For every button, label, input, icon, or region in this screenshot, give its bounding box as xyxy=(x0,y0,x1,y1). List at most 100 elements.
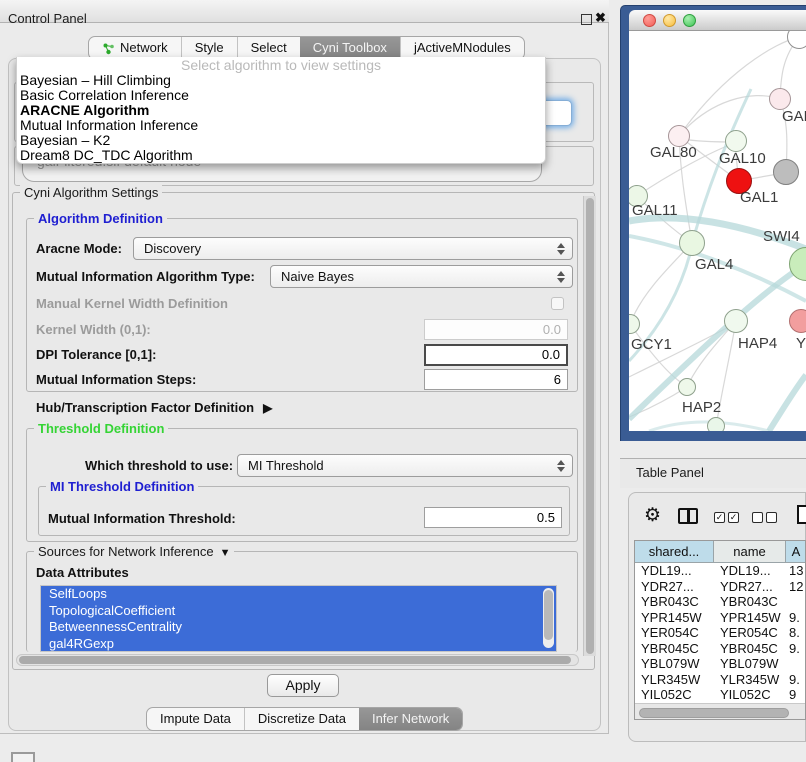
table-horizontal-scrollbar[interactable] xyxy=(635,703,805,720)
network-node-y[interactable] xyxy=(789,309,806,333)
kernel-width-label: Kernel Width (0,1): xyxy=(36,322,151,337)
tab-label: Network xyxy=(120,37,168,59)
network-node-gal10[interactable] xyxy=(725,130,747,152)
mi-steps-field[interactable]: 6 xyxy=(424,369,568,390)
table-row[interactable]: YBR045CYBR045C9. xyxy=(635,641,805,657)
node-label: GAL11 xyxy=(632,202,678,219)
zoom-traffic-light-icon[interactable] xyxy=(683,14,696,27)
combo-stepper-icon xyxy=(557,243,565,255)
tab-cyni-toolbox[interactable]: Cyni Toolbox xyxy=(300,37,400,59)
mi-type-value: Naive Bayes xyxy=(281,269,354,284)
mi-type-combobox[interactable]: Naive Bayes xyxy=(270,265,573,288)
dpi-tolerance-label: DPI Tolerance [0,1]: xyxy=(36,347,156,362)
table-row[interactable]: YBR043CYBR043C xyxy=(635,594,805,610)
node-attribute-table[interactable]: shared...nameA YDL19...YDL19...13YDR27..… xyxy=(634,540,806,720)
attribute-list-item[interactable]: gal4RGexp xyxy=(41,636,556,653)
which-threshold-combobox[interactable]: MI Threshold xyxy=(237,454,573,477)
split-view-icon[interactable] xyxy=(678,508,698,524)
table-cell: 12 xyxy=(786,579,806,595)
table-column-header[interactable]: name xyxy=(714,541,786,563)
network-node-gal[interactable] xyxy=(769,88,791,110)
close-icon[interactable]: ✖ xyxy=(595,10,606,26)
mi-threshold-field[interactable]: 0.5 xyxy=(424,507,562,528)
table-row[interactable]: YDL19...YDL19...13 xyxy=(635,563,805,579)
algorithm-option[interactable]: Bayesian – K2 xyxy=(17,133,545,148)
kernel-width-field[interactable]: 0.0 xyxy=(424,319,568,340)
attribute-list-item[interactable]: TopologicalCoefficient xyxy=(41,603,556,620)
node-label: GAL80 xyxy=(650,144,697,161)
table-column-header[interactable]: A xyxy=(786,541,806,563)
partial-panel-icon[interactable] xyxy=(11,752,35,762)
algorithm-dropdown-popup: Select algorithm to view settings Bayesi… xyxy=(16,57,546,164)
document-icon[interactable] xyxy=(797,505,806,524)
table-row[interactable]: YDR27...YDR27...12 xyxy=(635,579,805,595)
node-label: GAL4 xyxy=(695,256,733,273)
attribute-list-item[interactable]: SelfLoops xyxy=(41,586,556,603)
table-cell: 9. xyxy=(786,672,806,688)
hub-definition-toggle[interactable]: Hub/Transcription Factor Definition ▶ xyxy=(36,400,272,415)
float-window-icon[interactable] xyxy=(581,14,592,25)
sources-legend-label: Sources for Network Inference xyxy=(38,544,214,559)
gear-icon[interactable]: ⚙ xyxy=(644,504,661,527)
tab-label: Cyni Toolbox xyxy=(313,37,387,59)
control-panel-titlebar[interactable] xyxy=(0,0,609,23)
table-cell: YIL052C xyxy=(714,687,786,703)
algorithm-option[interactable]: Basic Correlation Inference xyxy=(17,88,545,103)
tab-impute-data[interactable]: Impute Data xyxy=(147,708,244,730)
dpi-tolerance-field[interactable]: 0.0 xyxy=(424,344,568,366)
node-label: GCY1 xyxy=(631,336,672,353)
table-header-row: shared...nameA xyxy=(635,541,805,563)
algorithm-option[interactable]: Dream8 DC_TDC Algorithm xyxy=(17,148,545,163)
network-node[interactable] xyxy=(773,159,799,185)
network-node-gal4[interactable] xyxy=(679,230,705,256)
sources-legend[interactable]: Sources for Network Inference▼ xyxy=(34,544,234,559)
network-node-swi4[interactable] xyxy=(789,247,806,281)
tab-jactivemnodules[interactable]: jActiveMNodules xyxy=(400,37,524,59)
tab-infer-network[interactable]: Infer Network xyxy=(359,708,462,730)
algorithm-definition-legend: Algorithm Definition xyxy=(34,211,167,226)
node-label: SWI4 xyxy=(763,228,800,245)
unchecked-checkbox-icon[interactable] xyxy=(766,512,777,523)
table-row[interactable]: YBL079WYBL079W xyxy=(635,656,805,672)
node-label: GAL1 xyxy=(740,189,778,206)
network-node[interactable] xyxy=(707,417,725,431)
algorithm-option[interactable]: Mutual Information Inference xyxy=(17,118,545,133)
unchecked-checkbox-icon[interactable] xyxy=(752,512,763,523)
settings-horizontal-scrollbar[interactable] xyxy=(16,654,579,666)
table-cell: YLR345W xyxy=(635,672,714,688)
list-vertical-scrollbar[interactable] xyxy=(543,588,554,648)
aracne-mode-value: Discovery xyxy=(144,241,201,256)
minimize-traffic-light-icon[interactable] xyxy=(663,14,676,27)
table-cell: YIL052C xyxy=(635,687,714,703)
network-node-hap4[interactable] xyxy=(724,309,748,333)
table-row[interactable]: YPR145WYPR145W9. xyxy=(635,610,805,626)
algorithm-option[interactable]: Bayesian – Hill Climbing xyxy=(17,73,545,88)
settings-vertical-scrollbar[interactable] xyxy=(583,196,596,656)
checked-checkbox-icon[interactable]: ✓ xyxy=(728,512,739,523)
attribute-list-item[interactable]: BetweennessCentrality xyxy=(41,619,556,636)
tab-select[interactable]: Select xyxy=(237,37,300,59)
table-cell: YBL079W xyxy=(714,656,786,672)
tab-network[interactable]: Network xyxy=(89,37,181,59)
aracne-mode-combobox[interactable]: Discovery xyxy=(133,237,573,260)
network-node[interactable] xyxy=(787,31,806,49)
network-window-titlebar[interactable] xyxy=(629,10,806,31)
apply-button[interactable]: Apply xyxy=(267,674,339,697)
tab-style[interactable]: Style xyxy=(181,37,237,59)
data-attributes-list[interactable]: SelfLoopsTopologicalCoefficientBetweenne… xyxy=(40,585,557,652)
table-row[interactable]: YLR345WYLR345W9. xyxy=(635,672,805,688)
network-view[interactable]: GALGAL80GAL10GAL1GAL11GAL4SWI4GCY1HAP4YH… xyxy=(629,31,806,431)
checked-checkbox-icon[interactable]: ✓ xyxy=(714,512,725,523)
algorithm-option[interactable]: ARACNE Algorithm xyxy=(17,103,545,118)
manual-kernel-checkbox[interactable] xyxy=(551,297,564,310)
tab-discretize-data[interactable]: Discretize Data xyxy=(244,708,359,730)
table-column-header[interactable]: shared... xyxy=(635,541,714,563)
network-node-gcy1[interactable] xyxy=(629,314,640,334)
close-traffic-light-icon[interactable] xyxy=(643,14,656,27)
mi-threshold-legend: MI Threshold Definition xyxy=(46,479,198,494)
hub-definition-label: Hub/Transcription Factor Definition xyxy=(36,400,254,415)
network-node-hap2[interactable] xyxy=(678,378,696,396)
table-row[interactable]: YER054CYER054C8. xyxy=(635,625,805,641)
table-row[interactable]: YIL052CYIL052C9 xyxy=(635,687,805,703)
collapsed-arrow-icon: ▶ xyxy=(263,401,272,415)
